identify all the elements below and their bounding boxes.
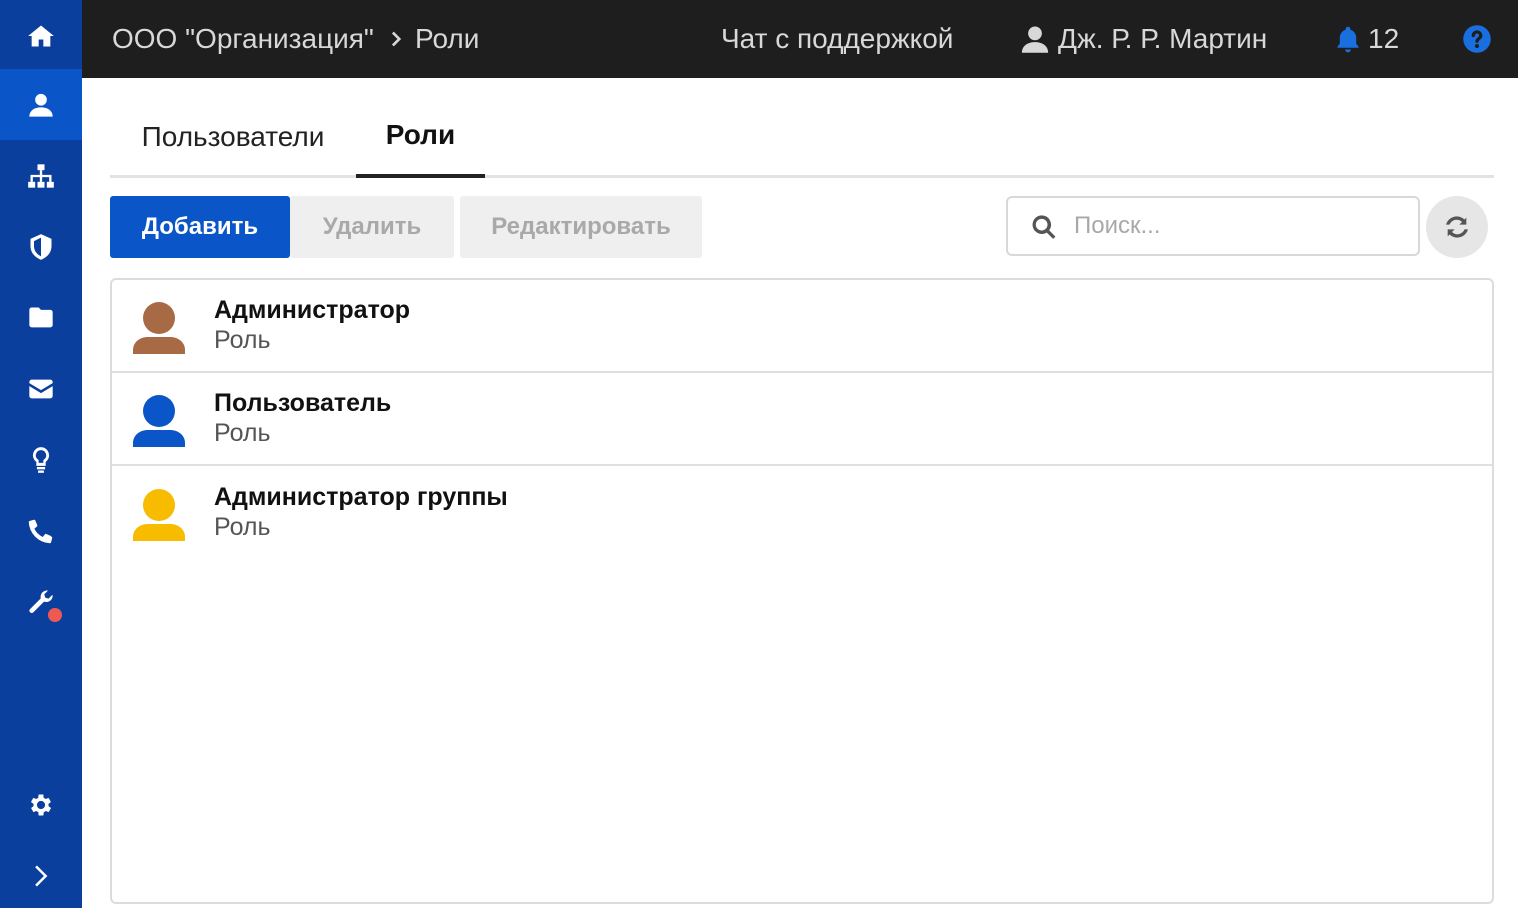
support-chat-link[interactable]: Чат с поддержкой [721,0,953,78]
search-icon [1032,215,1056,239]
add-button[interactable]: Добавить [110,196,290,258]
sidebar-expand[interactable] [0,840,82,908]
sidebar-item-security[interactable] [0,211,82,282]
refresh-button[interactable] [1426,196,1488,258]
list-item[interactable]: Пользователь Роль [112,373,1492,466]
sidebar-item-users[interactable] [0,69,82,140]
role-title: Пользователь [214,389,392,417]
sidebar-item-phone[interactable] [0,495,82,566]
user-icon [29,93,53,117]
user-menu[interactable]: Дж. Р. Р. Мартин [1020,0,1267,78]
breadcrumb-current: Роли [415,23,480,54]
refresh-icon [1446,216,1468,238]
sidebar-item-tools[interactable] [0,566,82,637]
role-avatar-icon [133,302,185,354]
gear-icon [30,794,52,815]
user-name: Дж. Р. Р. Мартин [1058,23,1268,54]
list-item[interactable]: Администратор Роль [112,280,1492,373]
notifications-count: 12 [1368,23,1400,54]
user-icon [1021,26,1049,53]
breadcrumb-separator-icon [386,27,408,51]
role-avatar-icon [133,489,185,541]
tab-users[interactable]: Пользователи [110,96,356,178]
envelope-icon [29,379,53,398]
role-avatar-icon [133,395,185,447]
role-subtitle: Роль [214,419,271,447]
sidebar-item-mail[interactable] [0,353,82,424]
edit-button[interactable]: Редактировать [460,196,702,258]
sidebar-item-files[interactable] [0,282,82,353]
list-item[interactable]: Администратор группы Роль [112,467,1492,560]
notifications-button[interactable]: 12 [1334,0,1399,78]
sidebar-item-ideas[interactable] [0,424,82,495]
help-button[interactable] [1462,0,1492,78]
top-bar: ООО "Организация" Роли Чат с поддержкой … [82,0,1518,78]
sidebar-item-settings[interactable] [0,769,82,840]
breadcrumb-organization[interactable]: ООО "Организация" [112,0,374,78]
folder-icon [29,307,53,327]
shield-icon [30,233,52,260]
sidebar-item-home[interactable] [0,0,82,71]
sidebar [0,0,82,908]
sitemap-icon [28,163,54,188]
roles-list: Администратор Роль Пользователь Роль Адм… [110,278,1494,904]
role-title: Администратор [214,296,411,324]
search-box [1006,196,1420,256]
phone-icon [28,519,53,543]
tabs: Пользователи Роли [110,96,1494,178]
sidebar-item-structure[interactable] [0,140,82,211]
bell-icon [1337,26,1359,53]
notification-dot [48,608,62,622]
role-subtitle: Роль [214,513,271,541]
role-subtitle: Роль [214,326,271,354]
home-icon [28,25,54,46]
search-input[interactable] [1074,206,1404,246]
role-title: Администратор группы [214,483,508,511]
delete-button[interactable]: Удалить [290,196,454,258]
chevron-right-icon [35,865,48,886]
question-circle-icon [1463,25,1491,53]
app-root: ООО "Организация" Роли Чат с поддержкой … [0,0,1518,908]
lightbulb-icon [32,446,50,473]
tab-roles[interactable]: Роли [356,96,485,178]
